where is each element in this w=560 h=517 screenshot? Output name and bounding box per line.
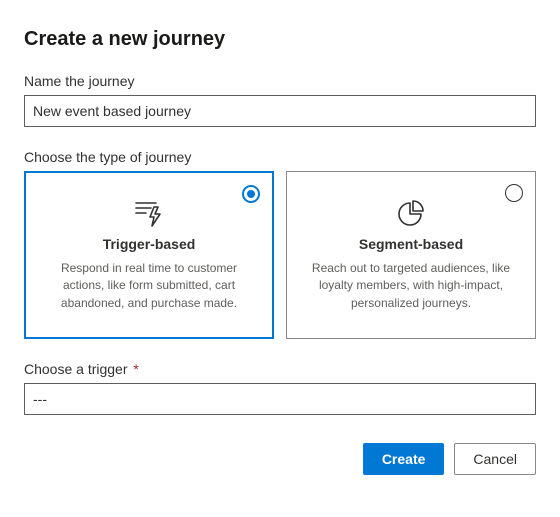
trigger-label: Choose a trigger * — [24, 361, 536, 377]
type-option-trigger[interactable]: Trigger-based Respond in real time to cu… — [24, 171, 274, 339]
create-journey-dialog: Create a new journey Name the journey Ch… — [0, 0, 560, 499]
radio-selected-icon — [242, 185, 260, 203]
type-field: Choose the type of journey Trigger-based… — [24, 149, 536, 339]
trigger-select[interactable]: --- — [24, 383, 536, 415]
trigger-label-text: Choose a trigger — [24, 361, 128, 377]
type-option-description: Respond in real time to customer actions… — [45, 260, 253, 312]
trigger-field: Choose a trigger * --- — [24, 361, 536, 415]
type-option-title: Trigger-based — [45, 236, 253, 252]
required-asterisk: * — [133, 361, 138, 377]
type-label: Choose the type of journey — [24, 149, 536, 165]
type-option-segment[interactable]: Segment-based Reach out to targeted audi… — [286, 171, 536, 339]
type-options-row: Trigger-based Respond in real time to cu… — [24, 171, 536, 339]
create-button[interactable]: Create — [363, 443, 445, 475]
dialog-footer: Create Cancel — [24, 443, 536, 475]
journey-name-input[interactable] — [24, 95, 536, 127]
name-label: Name the journey — [24, 73, 536, 89]
type-option-title: Segment-based — [307, 236, 515, 252]
segment-icon — [307, 200, 515, 228]
radio-unselected-icon — [505, 184, 523, 202]
cancel-button[interactable]: Cancel — [454, 443, 536, 475]
trigger-icon — [45, 200, 253, 228]
dialog-title: Create a new journey — [24, 28, 536, 51]
trigger-select-value: --- — [33, 391, 47, 407]
name-field: Name the journey — [24, 73, 536, 127]
type-option-description: Reach out to targeted audiences, like lo… — [307, 260, 515, 312]
